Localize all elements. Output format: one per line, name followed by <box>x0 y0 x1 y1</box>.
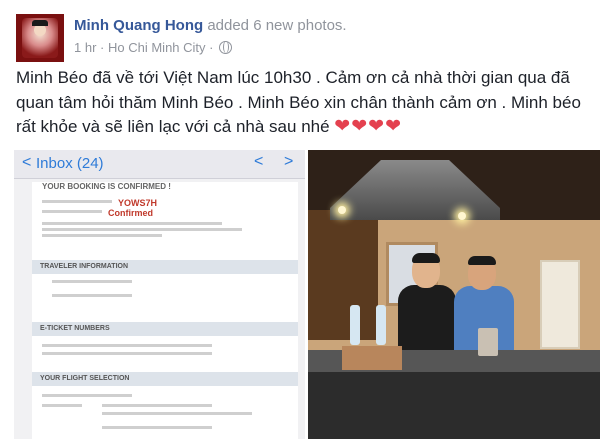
person-black-shirt <box>398 285 456 355</box>
avatar-cap <box>32 20 48 26</box>
text-line <box>42 394 132 397</box>
photo-kitchen[interactable] <box>308 150 600 439</box>
meta-separator: · <box>209 40 214 55</box>
text-line <box>52 280 132 283</box>
ceiling-light <box>338 206 346 214</box>
text-line <box>42 228 242 231</box>
person-hair <box>412 253 440 263</box>
section-traveler-info: TRAVELER INFORMATION <box>32 260 298 274</box>
drink-cup <box>478 328 498 356</box>
section-eticket: E-TICKET NUMBERS <box>32 322 298 336</box>
back-chevron-icon: < <box>22 154 32 171</box>
heart-icon: ❤ <box>368 116 385 137</box>
text-line <box>42 344 212 347</box>
heart-icon: ❤ <box>351 116 368 137</box>
facebook-post: Minh Quang Hong added 6 new photos. 1 hr… <box>0 0 600 439</box>
booking-document: YOUR BOOKING IS CONFIRMED ! YOWS7H Confi… <box>32 182 298 439</box>
text-line <box>42 222 222 225</box>
cardboard-box <box>342 346 402 370</box>
post-meta: 1 hr · Ho Chi Minh City · <box>74 40 233 55</box>
booking-status: Confirmed <box>108 208 153 218</box>
text-line <box>102 412 252 415</box>
author-name[interactable]: Minh Quang Hong <box>74 17 203 34</box>
chevron-right-icon: > <box>284 153 294 170</box>
text-line <box>42 200 112 203</box>
person-hair <box>468 256 496 265</box>
heart-icon: ❤ <box>385 116 401 137</box>
inbox-bar: < Inbox (24) < > <box>14 150 305 179</box>
globe-icon[interactable] <box>219 41 233 54</box>
text-line <box>42 404 82 407</box>
chevron-left-icon: < <box>254 153 264 170</box>
reservation-code: YOWS7H <box>118 198 158 208</box>
post-message-text: Minh Béo đã về tới Việt Nam lúc 10h30 . … <box>16 68 581 136</box>
meta-separator: · <box>100 40 105 55</box>
post-time[interactable]: 1 hr <box>74 40 96 55</box>
text-line <box>52 294 132 297</box>
inbox-label: Inbox (24) <box>36 155 104 172</box>
ceiling-light <box>458 212 466 220</box>
heart-icon: ❤ <box>334 116 351 137</box>
text-line <box>42 352 212 355</box>
text-line <box>102 426 212 429</box>
text-line <box>102 404 212 407</box>
post-location[interactable]: Ho Chi Minh City <box>108 40 206 55</box>
water-bottle <box>376 305 386 345</box>
post-action: added 6 new photos. <box>207 17 347 34</box>
post-header: Minh Quang Hong added 6 new photos. <box>74 17 347 34</box>
text-line <box>42 210 102 213</box>
door <box>540 260 580 349</box>
post-message: Minh Béo đã về tới Việt Nam lúc 10h30 . … <box>16 66 586 140</box>
avatar[interactable] <box>16 14 64 62</box>
section-flight-selection: YOUR FLIGHT SELECTION <box>32 372 298 386</box>
text-line <box>42 234 162 237</box>
photo-booking-confirmation[interactable]: < Inbox (24) < > YOUR BOOKING IS CONFIRM… <box>14 150 305 439</box>
cabinet <box>308 210 378 340</box>
water-bottle <box>350 305 360 345</box>
booking-confirmed-title: YOUR BOOKING IS CONFIRMED ! <box>42 182 171 191</box>
